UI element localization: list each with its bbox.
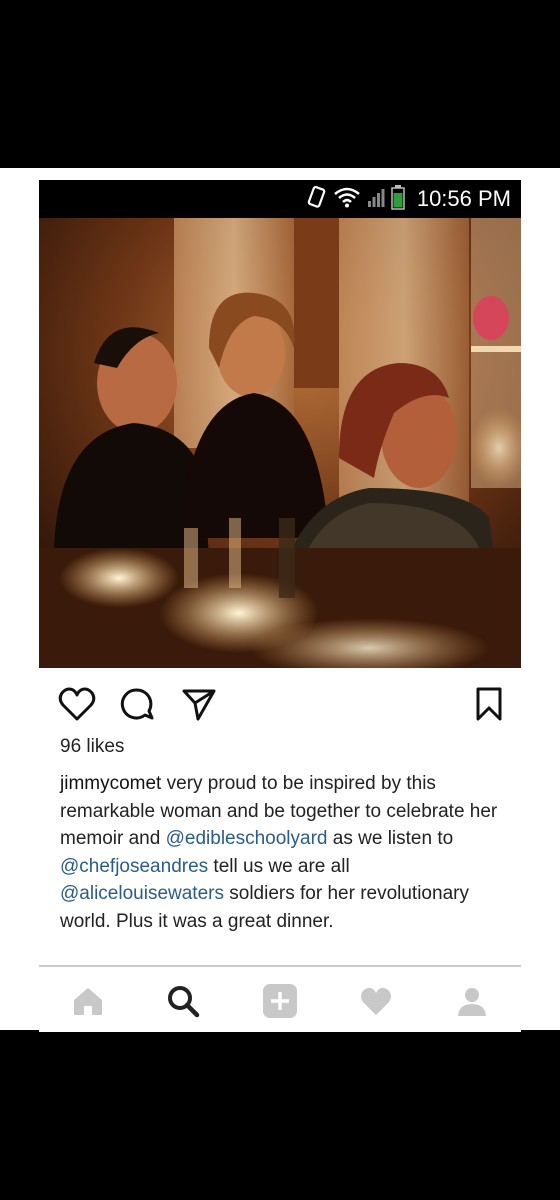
status-time: 10:56 PM [416, 186, 511, 211]
post-caption: jimmycomet very proud to be inspired by … [60, 770, 510, 935]
share-icon[interactable] [179, 684, 219, 724]
status-bar: 10:56 PM [39, 180, 521, 218]
rotate-icon [307, 185, 327, 214]
search-icon[interactable] [161, 979, 205, 1023]
wifi-icon [333, 185, 361, 214]
mention-link[interactable]: @chefjoseandres [60, 856, 208, 877]
profile-icon[interactable] [450, 979, 494, 1023]
bottom-letterbox [0, 1030, 560, 1200]
mention-link[interactable]: @edibleschoolyard [166, 828, 328, 849]
instagram-post-frame: 10:56 PM 96 likes jimmycomet very proud … [39, 180, 521, 1032]
bookmark-icon[interactable] [469, 684, 509, 724]
caption-text-2: as we listen to [327, 828, 454, 849]
home-icon[interactable] [66, 979, 110, 1023]
activity-heart-icon[interactable] [354, 979, 398, 1023]
add-post-icon[interactable] [258, 979, 302, 1023]
caption-username[interactable]: jimmycomet [60, 773, 161, 794]
mention-link[interactable]: @alicelouisewaters [60, 883, 224, 904]
dinner-photo[interactable] [39, 218, 521, 668]
post-actions [39, 680, 521, 730]
top-letterbox [0, 0, 560, 168]
comment-icon[interactable] [117, 684, 157, 724]
signal-icon [367, 185, 385, 214]
bottom-nav [39, 965, 521, 1032]
caption-text-3: tell us we are all [208, 855, 350, 877]
battery-icon [391, 184, 405, 215]
status-icons: 10:56 PM [307, 180, 511, 218]
likes-count[interactable]: 96 likes [60, 736, 124, 758]
heart-icon[interactable] [57, 684, 97, 724]
